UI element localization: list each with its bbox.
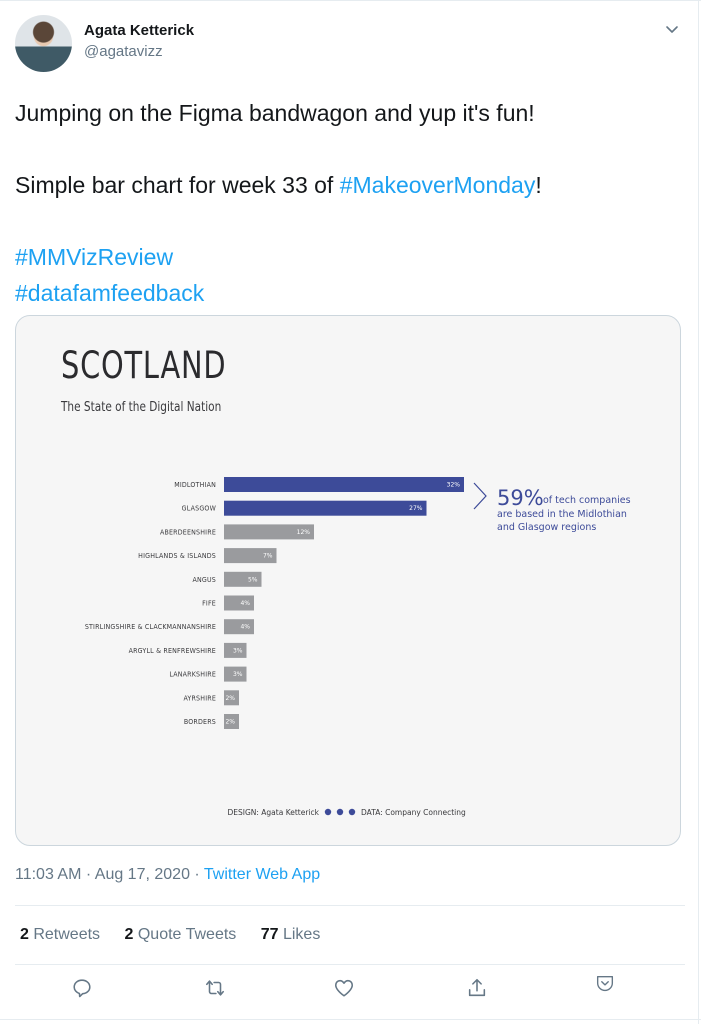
- tweet-line-2-text: Simple bar chart for week 33 of: [15, 172, 340, 198]
- tweet-line-1: Jumping on the Figma bandwagon and yup i…: [15, 100, 535, 126]
- bar-category-label: FIFE: [202, 600, 216, 608]
- callout-bracket: [473, 482, 487, 510]
- retweets-count: 2: [20, 926, 29, 943]
- tweet-meta: 11:03 AM · Aug 17, 2020 · Twitter Web Ap…: [15, 866, 320, 884]
- reply-button[interactable]: [71, 977, 97, 1003]
- bar-category-label: MIDLOTHIAN: [174, 481, 216, 489]
- tweet-line-2-suffix: !: [535, 172, 542, 198]
- bar-value-label: 3%: [233, 647, 243, 654]
- divider: [0, 1019, 701, 1020]
- avatar[interactable]: [15, 15, 72, 72]
- divider: [15, 964, 685, 965]
- bar: [224, 500, 427, 516]
- callout-line-2: are based in the Midlothian: [497, 509, 627, 520]
- likes-count: 77: [260, 926, 279, 943]
- heart-icon: [334, 979, 354, 997]
- bar-category-label: GLASGOW: [182, 505, 217, 513]
- hashtag-makeovermonday[interactable]: #MakeoverMonday: [340, 172, 536, 198]
- bar-category-label: ANGUS: [192, 576, 216, 584]
- bar-value-label: 7%: [263, 553, 273, 560]
- credits-data: DATA: Company Connecting: [361, 808, 466, 817]
- credits-dot-2: [336, 808, 344, 816]
- retweet-icon: [205, 980, 225, 996]
- hashtag-mmvizreview[interactable]: #MMVizReview: [15, 239, 542, 275]
- tweet-text: Jumping on the Figma bandwagon and yup i…: [15, 95, 542, 311]
- meta-separator-2: ·: [189, 866, 204, 883]
- callout-line-1: of tech companies: [543, 495, 631, 506]
- bar-value-label: 2%: [225, 719, 235, 726]
- bar-value-label: 2%: [225, 695, 235, 702]
- bar-category-label: ABERDEENSHIRE: [160, 528, 216, 536]
- bars-group: MIDLOTHIAN 32% GLASGOW 27% ABERDEENSHIRE 12% H…: [85, 477, 464, 729]
- bar-value-label: 12%: [297, 529, 311, 536]
- tweet-line-2: Simple bar chart for week 33 of #Makeove…: [15, 167, 542, 203]
- chart-image-card[interactable]: SCOTLAND The State of the Digital Nation…: [15, 315, 681, 846]
- bookmark-button[interactable]: [594, 973, 620, 999]
- bar-value-label: 32%: [447, 482, 461, 489]
- bar-category-label: AYRSHIRE: [183, 694, 216, 702]
- bar-value-label: 5%: [248, 576, 258, 583]
- retweets-stat[interactable]: 2 Retweets: [20, 926, 100, 943]
- tweet-actions: [0, 975, 701, 1015]
- top-border: [0, 0, 701, 1]
- bar-value-label: 3%: [233, 671, 243, 678]
- tweet-date[interactable]: Aug 17, 2020: [95, 866, 190, 883]
- quote-tweets-stat[interactable]: 2 Quote Tweets: [125, 926, 237, 943]
- tweet-time[interactable]: 11:03 AM: [15, 866, 81, 883]
- callout-line-3: and Glasgow regions: [497, 522, 596, 533]
- bar-value-label: 4%: [240, 624, 250, 631]
- author-display-name[interactable]: Agata Ketterick: [84, 22, 194, 39]
- right-border: [698, 0, 699, 1024]
- retweet-button[interactable]: [204, 977, 230, 1003]
- bar-category-label: STIRLINGSHIRE & CLACKMANNANSHIRE: [85, 623, 216, 631]
- credits-design: DESIGN: Agata Ketterick: [227, 808, 319, 817]
- bar-category-label: BORDERS: [184, 718, 216, 726]
- bar: [224, 477, 464, 492]
- bar-category-label: LANARKSHIRE: [169, 671, 216, 679]
- bar-value-label: 27%: [409, 505, 423, 512]
- chevron-down-icon[interactable]: [664, 22, 680, 38]
- bar-category-label: ARGYLL & RENFREWSHIRE: [129, 647, 216, 655]
- divider: [15, 905, 685, 906]
- retweets-label: Retweets: [28, 926, 101, 943]
- share-icon: [468, 978, 486, 997]
- bar-value-label: 4%: [240, 600, 250, 607]
- likes-label: Likes: [278, 926, 321, 943]
- like-button[interactable]: [333, 977, 359, 1003]
- tweet-stats: 2 Retweets 2 Quote Tweets 77 Likes: [20, 926, 340, 944]
- reply-icon: [73, 979, 91, 998]
- credits-dot-3: [348, 808, 356, 816]
- likes-stat[interactable]: 77 Likes: [261, 926, 321, 943]
- bar-category-label: HIGHLANDS & ISLANDS: [138, 552, 216, 560]
- hashtag-datafamfeedback[interactable]: #datafamfeedback: [15, 275, 542, 311]
- credits-dot-1: [324, 808, 332, 816]
- pocket-icon: [596, 975, 614, 992]
- share-button[interactable]: [466, 977, 492, 1003]
- bar-chart: MIDLOTHIAN 32% GLASGOW 27% ABERDEENSHIRE 12% H…: [85, 477, 631, 817]
- quotes-label: Quote Tweets: [133, 926, 237, 943]
- callout-big-number: 59%: [497, 486, 544, 510]
- meta-separator-1: ·: [81, 866, 95, 883]
- tweet-source[interactable]: Twitter Web App: [204, 866, 320, 883]
- author-handle[interactable]: @agatavizz: [84, 43, 163, 60]
